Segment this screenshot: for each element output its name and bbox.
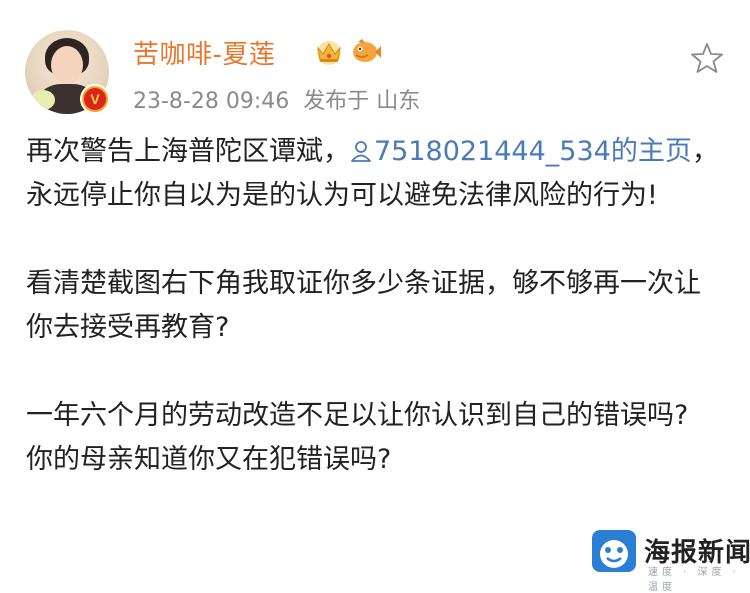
watermark-logo-icon (592, 530, 636, 572)
watermark: 海报新闻 速度 · 深度 · 温度 (592, 530, 750, 593)
verified-badge-icon: V (80, 84, 110, 114)
user-mention-link[interactable]: 7518021444_534的主页 (350, 136, 692, 167)
post-paragraph: 一年六个月的劳动改造不足以让你认识到自己的错误吗? 你的母亲知道你又在犯错误吗? (26, 400, 689, 475)
timestamp: 23-8-28 09:46 (133, 89, 290, 114)
paragraph-text: 再次警告上海普陀区谭斌， (26, 136, 350, 167)
star-icon[interactable] (690, 41, 724, 75)
post-source: 发布于 山东 (303, 89, 421, 114)
verified-badge-mark: V (84, 88, 106, 110)
user-icon (351, 141, 371, 162)
mention-text: 7518021444_534的主页 (374, 136, 692, 167)
avatar-face (51, 46, 83, 84)
fish-icon (353, 39, 381, 62)
watermark-tagline: 速度 · 深度 · 温度 (648, 567, 740, 593)
post-meta: 23-8-28 09:46 发布于 山东 (133, 83, 434, 115)
post-body: 再次警告上海普陀区谭斌， 7518021444_534的主页，永远停止你自以为是的… (26, 130, 726, 482)
post-paragraph: 再次警告上海普陀区谭斌， 7518021444_534的主页，永远停止你自以为是的… (26, 130, 726, 218)
avatar-flowers (31, 90, 55, 110)
post-paragraph: 看清楚截图右下角我取证你多少条证据，够不够再一次让你去接受再教育? (26, 268, 701, 343)
username[interactable]: 苦咖啡-夏莲 (133, 34, 275, 71)
crown-icon (317, 41, 341, 65)
